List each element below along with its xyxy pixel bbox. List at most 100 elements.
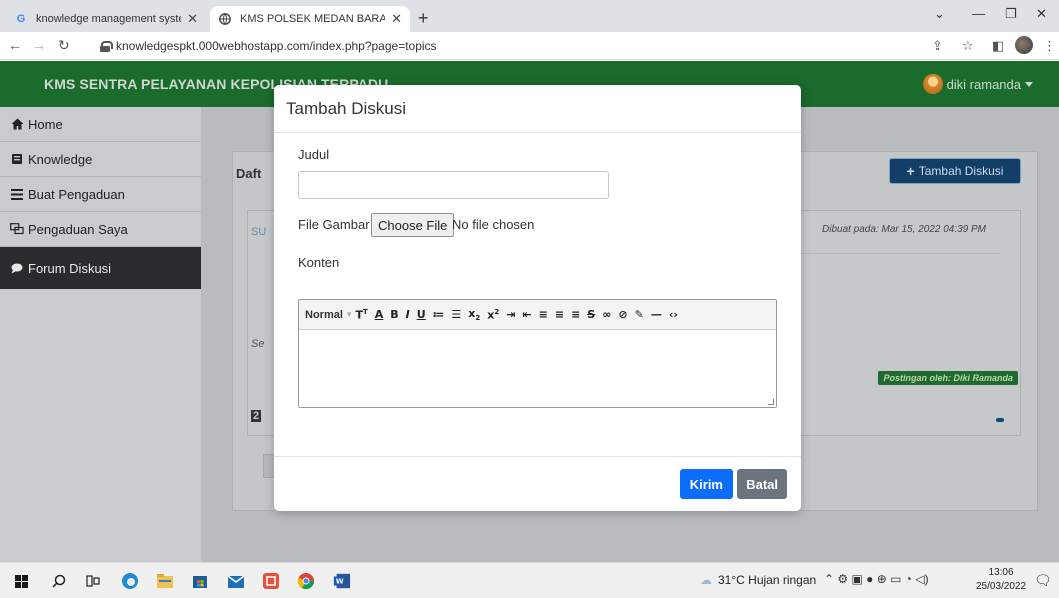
restore-icon[interactable]: ❐ bbox=[1005, 6, 1017, 22]
add-discussion-modal: Tambah Diskusi Judul File Gambar Choose … bbox=[274, 85, 801, 511]
count-badge: 2 bbox=[251, 410, 262, 422]
konten-editor-area[interactable] bbox=[299, 330, 776, 407]
choose-file-button[interactable]: Choose File bbox=[371, 213, 455, 237]
clock-date: 25/03/2022 bbox=[976, 581, 1027, 592]
system-tray[interactable]: ⌃ ⚙ ▣ ● ⊕ ▭ ◔ ◁) bbox=[824, 572, 929, 586]
tab-knowledge-management[interactable]: G knowledge management system ✕ bbox=[6, 6, 206, 32]
add-discussion-button[interactable]: + Tambah Diskusi bbox=[889, 158, 1021, 184]
tab-title: KMS POLSEK MEDAN BARAT bbox=[240, 13, 386, 25]
google-icon: G bbox=[16, 13, 26, 25]
close-icon[interactable]: ✕ bbox=[187, 11, 198, 27]
clock-time: 13:06 bbox=[988, 567, 1014, 578]
tab-kms-polsek[interactable]: KMS POLSEK MEDAN BARAT ✕ bbox=[210, 6, 410, 32]
menu-icon[interactable]: ⋮ bbox=[1043, 38, 1056, 54]
sidebar-item-home[interactable]: Home bbox=[0, 107, 201, 142]
window-close-icon[interactable]: ✕ bbox=[1036, 6, 1047, 22]
clear-format-icon[interactable]: ✎ bbox=[635, 308, 644, 321]
sidebar-item-pengaduan-saya[interactable]: Pengaduan Saya bbox=[0, 212, 201, 247]
windows-taskbar: W ☁ 31°C Hujan ringan ⌃ ⚙ ▣ ● ⊕ ▭ ◔ ◁) 1… bbox=[0, 562, 1059, 598]
align-right-icon[interactable]: ≡ bbox=[571, 308, 580, 321]
svg-text:W: W bbox=[336, 577, 344, 586]
windows-start-icon[interactable] bbox=[12, 572, 30, 590]
sidebar-item-label: Buat Pengaduan bbox=[28, 186, 125, 202]
link-icon[interactable]: ∞ bbox=[602, 308, 611, 321]
search-icon[interactable] bbox=[50, 572, 68, 590]
unlink-icon[interactable]: ⊘ bbox=[618, 308, 627, 321]
topic-title-fragment[interactable]: SU bbox=[251, 226, 266, 238]
font-size-icon[interactable]: TT bbox=[355, 308, 367, 322]
align-left-icon[interactable]: ≡ bbox=[539, 308, 548, 321]
sidebar-item-label: Home bbox=[28, 116, 63, 132]
text-color-icon[interactable]: A bbox=[375, 308, 384, 321]
code-view-icon[interactable]: ‹› bbox=[669, 308, 678, 321]
caret-down-icon bbox=[1025, 81, 1033, 87]
share-icon[interactable]: ⇪ bbox=[932, 38, 943, 54]
close-icon[interactable]: ✕ bbox=[391, 11, 402, 27]
outdent-icon[interactable]: ⇤ bbox=[522, 308, 531, 321]
posted-date: Dibuat pada: Mar 15, 2022 04:39 PM bbox=[822, 224, 986, 235]
url-field[interactable]: knowledgespkt.000webhostapp.com/index.ph… bbox=[100, 36, 437, 56]
underline-icon[interactable]: U bbox=[417, 308, 426, 321]
submit-button[interactable]: Kirim bbox=[679, 469, 733, 499]
judul-input[interactable] bbox=[298, 171, 609, 199]
word-icon[interactable]: W bbox=[333, 572, 351, 590]
horizontal-rule-icon[interactable]: — bbox=[651, 308, 662, 321]
modal-title: Tambah Diskusi bbox=[286, 98, 406, 118]
lock-icon bbox=[100, 40, 113, 52]
sidebar-item-forum-diskusi[interactable]: Forum Diskusi bbox=[0, 247, 201, 289]
notification-icon[interactable]: 🗨 bbox=[1034, 572, 1052, 589]
format-select[interactable]: Normal bbox=[305, 309, 343, 321]
sidebar-item-buat-pengaduan[interactable]: Buat Pengaduan bbox=[0, 177, 201, 212]
browser-tab-bar: G knowledge management system ✕ KMS POLS… bbox=[0, 0, 1059, 32]
chat-icon bbox=[10, 223, 24, 235]
rich-text-editor: Normal ▾ TT A B I U ≔ ☰ x2 x2 ⇥ ⇤ ≡ ≡ ≡ … bbox=[298, 299, 777, 408]
new-tab-icon[interactable]: + bbox=[418, 8, 429, 29]
weather-widget[interactable]: ☁ 31°C Hujan ringan bbox=[700, 573, 816, 587]
card-title: Daft bbox=[236, 166, 262, 181]
forward-icon[interactable]: → bbox=[32, 37, 46, 53]
superscript-icon[interactable]: x2 bbox=[487, 308, 499, 322]
cancel-button[interactable]: Batal bbox=[737, 469, 787, 499]
chevron-down-icon[interactable]: ⌄ bbox=[934, 6, 945, 22]
file-label: File Gambar bbox=[298, 217, 370, 232]
reload-icon[interactable]: ↻ bbox=[58, 37, 70, 54]
profile-avatar[interactable] bbox=[1015, 36, 1033, 54]
bullet-list-icon[interactable]: ☰ bbox=[451, 308, 461, 321]
indent-icon[interactable]: ⇥ bbox=[506, 308, 515, 321]
mail-icon[interactable] bbox=[227, 572, 245, 590]
bold-icon[interactable]: B bbox=[390, 308, 398, 321]
status-dot bbox=[996, 418, 1004, 422]
subscript-icon[interactable]: x2 bbox=[468, 307, 480, 322]
office-app-icon[interactable] bbox=[262, 572, 280, 590]
task-view-icon[interactable] bbox=[84, 572, 102, 590]
store-icon[interactable] bbox=[191, 572, 209, 590]
align-center-icon[interactable]: ≡ bbox=[555, 308, 564, 321]
address-bar: ← → ↻ knowledgespkt.000webhostapp.com/in… bbox=[0, 32, 1059, 60]
edge-icon[interactable] bbox=[121, 572, 139, 590]
judul-label: Judul bbox=[298, 147, 330, 162]
minimize-icon[interactable]: — bbox=[972, 6, 985, 21]
strikethrough-icon[interactable]: S bbox=[587, 308, 595, 321]
editor-toolbar: Normal ▾ TT A B I U ≔ ☰ x2 x2 ⇥ ⇤ ≡ ≡ ≡ … bbox=[299, 300, 776, 330]
system-clock[interactable]: 13:06 25/03/2022 bbox=[976, 566, 1026, 594]
add-discussion-label: Tambah Diskusi bbox=[918, 164, 1004, 178]
bars-icon bbox=[10, 188, 24, 200]
star-icon[interactable]: ☆ bbox=[962, 38, 974, 54]
file-explorer-icon[interactable] bbox=[156, 572, 174, 590]
user-menu[interactable]: diki ramanda bbox=[922, 74, 1033, 94]
ordered-list-icon[interactable]: ≔ bbox=[433, 308, 445, 321]
sidebar-item-knowledge[interactable]: Knowledge bbox=[0, 142, 201, 177]
url-text: knowledgespkt.000webhostapp.com/index.ph… bbox=[116, 39, 437, 53]
back-icon[interactable]: ← bbox=[8, 37, 22, 53]
resize-handle[interactable] bbox=[768, 399, 774, 405]
book-icon bbox=[10, 153, 24, 165]
tab-title: knowledge management system bbox=[36, 13, 182, 25]
italic-icon[interactable]: I bbox=[406, 308, 410, 321]
chrome-icon[interactable] bbox=[297, 572, 315, 590]
sidebar-item-label: Forum Diskusi bbox=[28, 260, 112, 276]
sidepanel-icon[interactable]: ◧ bbox=[992, 38, 1004, 54]
modal-footer: Kirim Batal bbox=[274, 456, 801, 511]
sidebar: Home Knowledge Buat Pengaduan Pengaduan … bbox=[0, 107, 201, 562]
konten-label: Konten bbox=[298, 255, 340, 270]
posted-by-badge: Postingan oleh: Diki Ramanda bbox=[878, 371, 1018, 385]
